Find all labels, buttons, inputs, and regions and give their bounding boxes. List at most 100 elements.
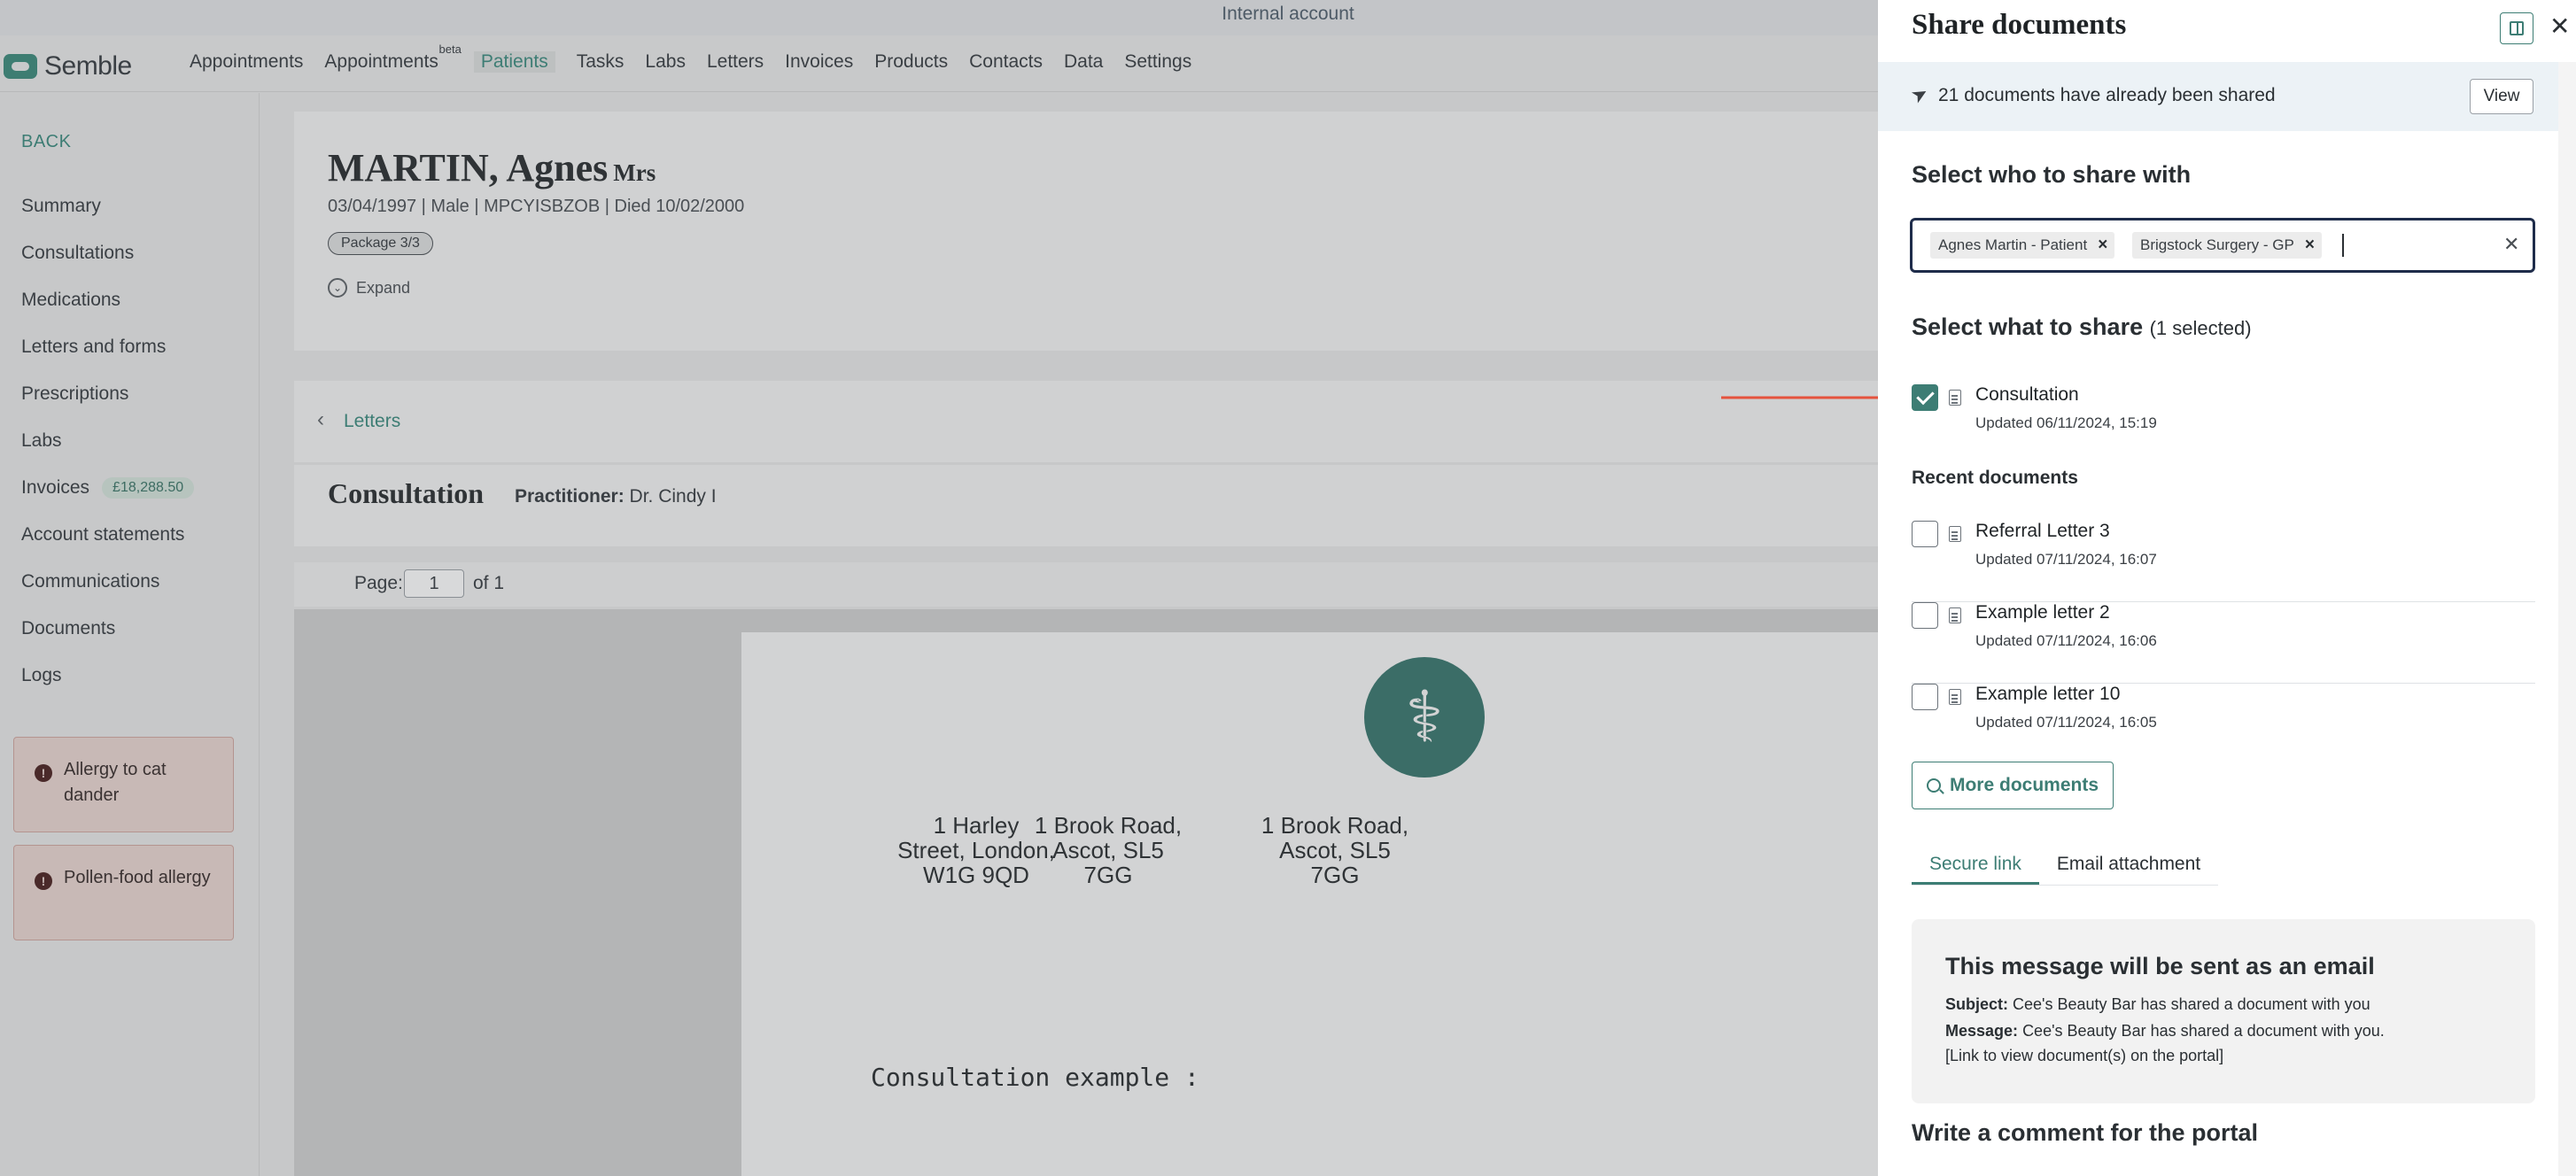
remove-recipient-icon[interactable]: ×: [2305, 236, 2315, 254]
nav-item-settings[interactable]: Settings: [1124, 51, 1191, 73]
document-icon: [1949, 390, 1961, 406]
who-heading: Select who to share with: [1912, 161, 2192, 188]
pdf-page: ⚕ 1 Harley Street, London, W1G 9QD 1 Bro…: [741, 632, 1880, 1176]
address-block: 1 Brook Road, Ascot, SL5 7GG: [1261, 812, 1409, 888]
letters-breadcrumb-bar: ‹ Letters: [294, 381, 1880, 462]
allergy-alert-text: Pollen-food allergy: [64, 868, 211, 887]
document-checkbox[interactable]: [1912, 521, 1938, 547]
nav-item-tasks[interactable]: Tasks: [577, 51, 625, 73]
document-row[interactable]: Example letter 2 Updated 07/11/2024, 16:…: [1912, 602, 2535, 684]
email-preview-title: This message will be sent as an email: [1945, 953, 2375, 979]
nav-items: Appointments Appointments beta Patients Task…: [190, 43, 1213, 73]
document-row[interactable]: Consultation Updated 06/11/2024, 15:19: [1912, 384, 2535, 466]
expand-button[interactable]: ⌄ Expand: [328, 278, 410, 298]
what-heading: Select what to share (1 selected): [1912, 313, 2252, 340]
document-updated: Updated 07/11/2024, 16:07: [1975, 551, 2157, 568]
page-total: of 1: [473, 573, 505, 593]
nav-item-data[interactable]: Data: [1064, 51, 1103, 73]
sidebar-item-communications[interactable]: Communications: [21, 571, 194, 618]
panel-expand-icon: [2510, 21, 2524, 35]
patient-name: MARTIN, Agnes Mrs: [328, 146, 656, 190]
patient-title: Mrs: [613, 159, 656, 186]
document-checkbox[interactable]: [1912, 684, 1938, 710]
document-row[interactable]: Referral Letter 3 Updated 07/11/2024, 16…: [1912, 521, 2535, 602]
share-method-tabs: Secure link Email attachment: [1912, 850, 2219, 886]
tab-email-attachment[interactable]: Email attachment: [2039, 850, 2218, 885]
recipient-chip-label: Agnes Martin - Patient: [1938, 236, 2088, 253]
nav-item-letters[interactable]: Letters: [707, 51, 764, 73]
sidebar-item-logs[interactable]: Logs: [21, 665, 194, 712]
share-documents-panel: Share documents ✕ ➤ 21 documents have al…: [1878, 0, 2576, 1176]
sidebar-item-letters-and-forms[interactable]: Letters and forms: [21, 337, 194, 383]
semble-logo[interactable]: Semble: [4, 51, 132, 81]
comment-heading: Write a comment for the portal: [1912, 1119, 2259, 1146]
email-subject: Subject: Cee's Beauty Bar has shared a d…: [1945, 995, 2370, 1013]
document-name: Example letter 10: [1975, 684, 2121, 704]
tab-secure-link[interactable]: Secure link: [1912, 850, 2039, 885]
nav-item-patients[interactable]: Patients: [473, 51, 555, 73]
caduceus-logo-icon: ⚕: [1364, 657, 1485, 778]
view-shared-button[interactable]: View: [2470, 79, 2533, 114]
invoice-balance-badge: £18,288.50: [102, 477, 195, 499]
document-row[interactable]: Example letter 10 Updated 07/11/2024, 16…: [1912, 684, 2535, 765]
nav-item-contacts[interactable]: Contacts: [969, 51, 1043, 73]
nav-item-labs[interactable]: Labs: [645, 51, 686, 73]
sidebar-item-prescriptions[interactable]: Prescriptions: [21, 383, 194, 430]
sidebar-item-documents[interactable]: Documents: [21, 618, 194, 665]
recipients-input[interactable]: Agnes Martin - Patient × Brigstock Surger…: [1910, 218, 2535, 273]
patient-header-card: MARTIN, Agnes Mrs 03/04/1997 | Male | MPC…: [294, 112, 1880, 351]
close-icon[interactable]: ✕: [2549, 14, 2570, 39]
document-checkbox[interactable]: [1912, 384, 1938, 411]
recent-documents-heading: Recent documents: [1912, 468, 2078, 488]
page-number-input[interactable]: 1: [404, 569, 464, 598]
page-label: Page:: [354, 573, 403, 593]
expand-label: Expand: [356, 278, 411, 297]
document-name: Referral Letter 3: [1975, 521, 2110, 541]
document-icon: [1949, 689, 1961, 705]
email-preview: This message will be sent as an email Su…: [1912, 919, 2535, 1103]
remove-recipient-icon[interactable]: ×: [2098, 236, 2107, 254]
nav-item-invoices[interactable]: Invoices: [785, 51, 853, 73]
sidebar-item-labs[interactable]: Labs: [21, 430, 194, 477]
nav-item-products[interactable]: Products: [874, 51, 948, 73]
sidebar-item-medications[interactable]: Medications: [21, 290, 194, 337]
package-badge[interactable]: Package 3/3: [328, 232, 433, 255]
letters-breadcrumb-link[interactable]: Letters: [344, 411, 400, 432]
send-icon: ➤: [1906, 81, 1933, 109]
letter-title: Consultation: [328, 477, 485, 509]
sidebar-item-consultations[interactable]: Consultations: [21, 243, 194, 290]
logo-text: Semble: [44, 51, 132, 81]
sidebar-menu: Summary Consultations Medications Letters a…: [21, 196, 195, 712]
sidebar-item-account-statements[interactable]: Account statements: [21, 524, 194, 571]
back-link[interactable]: BACK: [21, 132, 71, 152]
recipient-chip: Brigstock Surgery - GP ×: [2132, 232, 2322, 259]
sidebar-item-summary[interactable]: Summary: [21, 196, 194, 243]
document-updated: Updated 07/11/2024, 16:06: [1975, 632, 2157, 649]
allergy-alert-text: Allergy to cat dander: [64, 760, 167, 805]
panel-scrollbar[interactable]: [2558, 62, 2576, 1176]
nav-item-appointments[interactable]: Appointments: [190, 51, 303, 73]
sidebar-item-invoices[interactable]: Invoices £18,288.50: [21, 477, 195, 524]
expand-panel-button[interactable]: [2500, 12, 2533, 44]
more-documents-button[interactable]: More documents: [1912, 762, 2114, 809]
practitioner: Practitioner: Dr. Cindy I: [515, 486, 717, 507]
nav-item-appointments-beta[interactable]: Appointments beta: [324, 43, 461, 73]
patient-details: 03/04/1997 | Male | MPCYISBZOB | Died 10…: [328, 197, 745, 216]
text-caret: [2342, 234, 2344, 257]
clear-recipients-icon[interactable]: ✕: [2503, 233, 2519, 256]
letter-title-bar: Consultation Practitioner: Dr. Cindy I: [294, 465, 1880, 546]
search-icon: [1926, 778, 1941, 793]
already-shared-text: 21 documents have already been shared: [1938, 85, 2276, 105]
allergy-alert-card[interactable]: ! Allergy to cat dander: [13, 737, 234, 832]
chevron-left-icon[interactable]: ‹: [317, 407, 324, 432]
selected-count: (1 selected): [2149, 317, 2252, 339]
semble-logo-icon: [4, 54, 37, 79]
annotation-arrow: [1721, 390, 1898, 406]
recipient-chip-label: Brigstock Surgery - GP: [2140, 236, 2294, 253]
alert-icon: !: [35, 764, 52, 782]
more-documents-label: More documents: [1949, 775, 2099, 795]
pdf-viewer: ⚕ 1 Harley Street, London, W1G 9QD 1 Bro…: [294, 609, 1880, 1176]
allergy-alert-card[interactable]: ! Pollen-food allergy: [13, 845, 234, 940]
document-checkbox[interactable]: [1912, 602, 1938, 629]
panel-title: Share documents: [1912, 9, 2127, 41]
